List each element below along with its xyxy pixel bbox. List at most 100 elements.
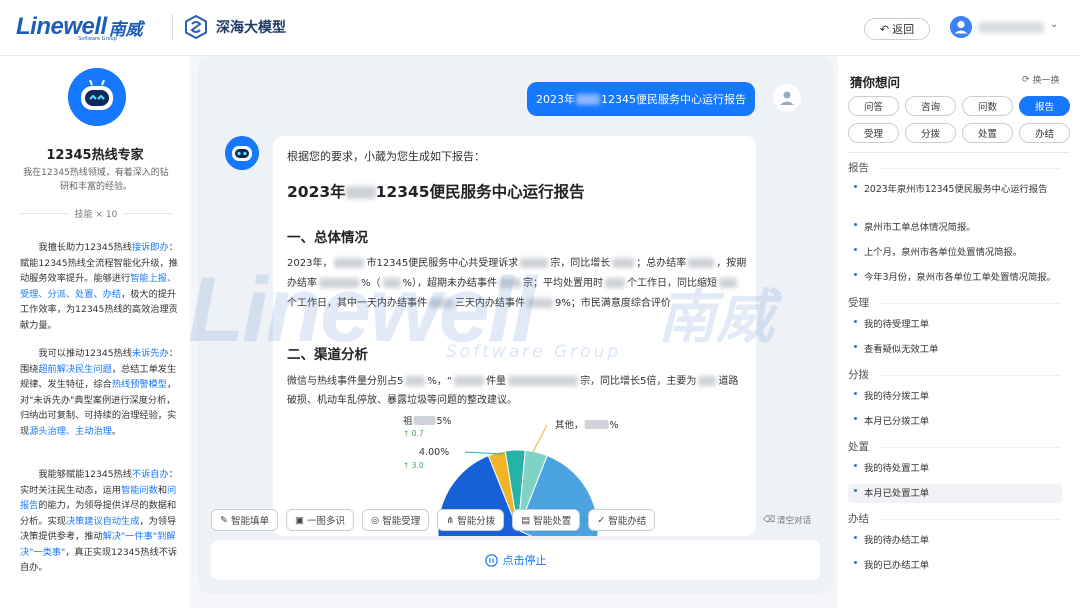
redacted-text [698,376,717,386]
linewell-logo: Linewell 南威 Software Group [16,13,143,42]
highlight-text: 接诉即办 [131,242,169,253]
chip-smart-fill[interactable]: ✎ 智能填单 [211,509,278,531]
suggestion-tag[interactable]: 咨询 [905,96,956,116]
redacted-text [319,278,359,288]
section-text: 市12345便民服务中心共受理诉求 [366,258,519,269]
suggestion-tag[interactable]: 分拨 [905,123,956,143]
redacted-text [382,278,401,288]
group-divider [880,519,1060,520]
pie-data-label-suffix: 5% [437,416,452,427]
highlight-text: 热线预警模型 [111,379,167,390]
redacted-text [605,278,626,288]
redacted-text [612,258,635,268]
suggestion-item[interactable]: 本月已处置工单 [848,484,1062,503]
ai-report-message: 根据您的要求，小葳为您生成如下报告： 2023年 12345便民服务中心运行报告 … [273,136,756,536]
redacted-text [688,258,715,268]
paragraph-text: 。 [111,425,122,437]
check-stamp-icon: ✓ [597,514,606,526]
section-body: 2023年， 市12345便民服务中心共受理诉求 宗，同比增长 ；总办结率 ，按期办结率… [287,254,747,314]
suggestions-title: 猜你想问 [850,75,901,90]
broom-icon: ⌫ [762,515,775,525]
redacted-text [345,186,376,199]
section-text: %（ [361,278,381,289]
skill-paragraph: 我可以推动12345热线未诉先办：围绕超前解决民生问题，总结工单发生规律、发生特… [20,346,180,439]
redacted-text [508,376,579,386]
layers-icon: ◎ [370,514,380,526]
top-header: Linewell 南威 Software Group 深海大模型 ↶ 返回 ⌄ [0,0,1080,56]
chip-smart-dispatch[interactable]: ⋔ 智能分拨 [437,509,505,531]
assistant-description: 我在12345热线领域，有着深入的钻研和丰富的经验。 [23,168,169,192]
chip-smart-accept[interactable]: ◎ 智能受理 [361,509,430,531]
pause-circle-icon [484,553,498,567]
user-avatar [773,84,801,112]
redacted-text [527,298,553,308]
suggestion-item[interactable]: 我的待受理工单 [848,315,1062,334]
paragraph-text: 我能够赋能12345热线 [38,469,132,480]
clear-conversation-button[interactable]: ⌫ 清空对话 [763,514,821,526]
report-title: 2023年 12345便民服务中心运行报告 [287,183,585,201]
suggestion-item[interactable]: 2023年泉州市12345便民服务中心运行报告 [848,180,1062,199]
suggestion-item[interactable]: 我的待处置工单 [848,459,1062,478]
redacted-text [499,278,522,288]
ai-avatar-icon [225,136,259,170]
refresh-suggestions-button[interactable]: ⟳ 换一换 [1022,73,1060,87]
redacted-text [584,420,609,429]
back-button[interactable]: ↶ 返回 [864,18,930,40]
redacted-text [334,258,365,268]
suggestion-item[interactable]: 泉州市工单总体情况简报。 [848,218,1062,237]
group-divider [880,447,1060,448]
skill-paragraph: 我能够赋能12345热线不诉自办：实时关注民生动态，运用智能问数和问报告的能力，… [20,467,180,576]
suggestion-group-title: 办结 [848,513,869,525]
pie-data-label: 其他， [555,419,584,431]
assistant-panel: 12345热线专家 我在12345热线领域，有着深入的钻研和丰富的经验。 技能 … [0,56,190,608]
highlight-text: 智能问数 [121,484,158,496]
suggestion-tag[interactable]: 受理 [848,123,899,143]
suggestion-item[interactable]: 我的待分拨工单 [848,387,1062,406]
stop-generation-button[interactable]: 点击停止 [211,540,820,580]
suggestion-item[interactable]: 我的已办结工单 [848,556,1062,575]
highlight-text: 未诉先办 [131,348,169,359]
skill-chips-bar: ✎ 智能填单 ▣ 一图多识 ◎ 智能受理 ⋔ 智能分拨 ▤ 智能处置 ✓ 智能办结 ⌫ 清空对… [211,508,821,532]
suggestion-item[interactable]: 上个月，泉州市各单位处置情况简报。 [848,243,1062,262]
suggestion-item[interactable]: 本月已分拨工单 [848,412,1062,431]
suggestion-group-title: 处置 [848,441,869,453]
pie-data-label-suffix: % [610,420,619,431]
user-message-bubble: 2023年 12345便民服务中心运行报告 [527,82,755,116]
suggestion-tag[interactable]: 问答 [848,96,899,116]
suggestion-tag[interactable]: 报告 [1019,96,1070,116]
highlight-text: 源头治理、主动治理 [29,425,112,437]
suggestion-item[interactable]: 我的待办结工单 [848,531,1062,550]
suggestions-panel: 猜你想问 ⟳ 换一换 问答 咨询 问数 报告受理 分拨 处置 办结 报告 2023年泉州市123… [838,56,1080,608]
report-intro: 根据您的要求，小葳为您生成如下报告： [287,150,485,163]
group-divider [880,168,1060,169]
suggestion-item[interactable]: 今年3月份，泉州市各单位工单处置情况简报。 [848,268,1062,287]
suggestion-tag[interactable]: 问数 [962,96,1013,116]
chevron-down-icon[interactable]: ⌄ [1050,19,1058,30]
document-icon: ▤ [521,514,531,526]
chat-area: 2023年 12345便民服务中心运行报告 根据您的要求，小葳为您生成如下报告： … [197,56,834,594]
suggestion-tags: 问答 咨询 问数 报告受理 分拨 处置 办结 [848,96,1070,143]
section-text: 件量 [486,376,507,387]
suggestion-tag[interactable]: 办结 [1019,123,1070,143]
chip-smart-close[interactable]: ✓ 智能办结 [588,509,656,531]
user-name-redacted[interactable] [978,22,1044,33]
user-icon [780,91,794,105]
redacted-text [429,298,453,308]
chip-image-recognition[interactable]: ▣ 一图多识 [285,509,354,531]
redacted-text [520,258,549,268]
section-heading: 一、总体情况 [287,230,368,246]
paragraph-text: 我擅长助力12345热线 [38,242,132,253]
redacted-text [576,93,600,105]
redacted-text [413,416,436,425]
model-logo-icon [185,15,207,39]
paragraph-text: 我可以推动12345热线 [38,348,132,359]
suggestion-tag[interactable]: 处置 [962,123,1013,143]
section-text: 宗，同比增长5倍，主要为 [580,376,697,387]
pie-data-label: ↑ 3.0 [403,461,424,470]
chip-smart-handle[interactable]: ▤ 智能处置 [512,509,581,531]
group-divider [880,303,1060,304]
suggestion-item[interactable]: 查看疑似无效工单 [848,340,1062,359]
refresh-icon: ⟳ [1022,74,1030,85]
section-text: 个工作日，其中一天内办结事件 [287,298,427,309]
user-avatar-icon[interactable] [950,16,972,38]
